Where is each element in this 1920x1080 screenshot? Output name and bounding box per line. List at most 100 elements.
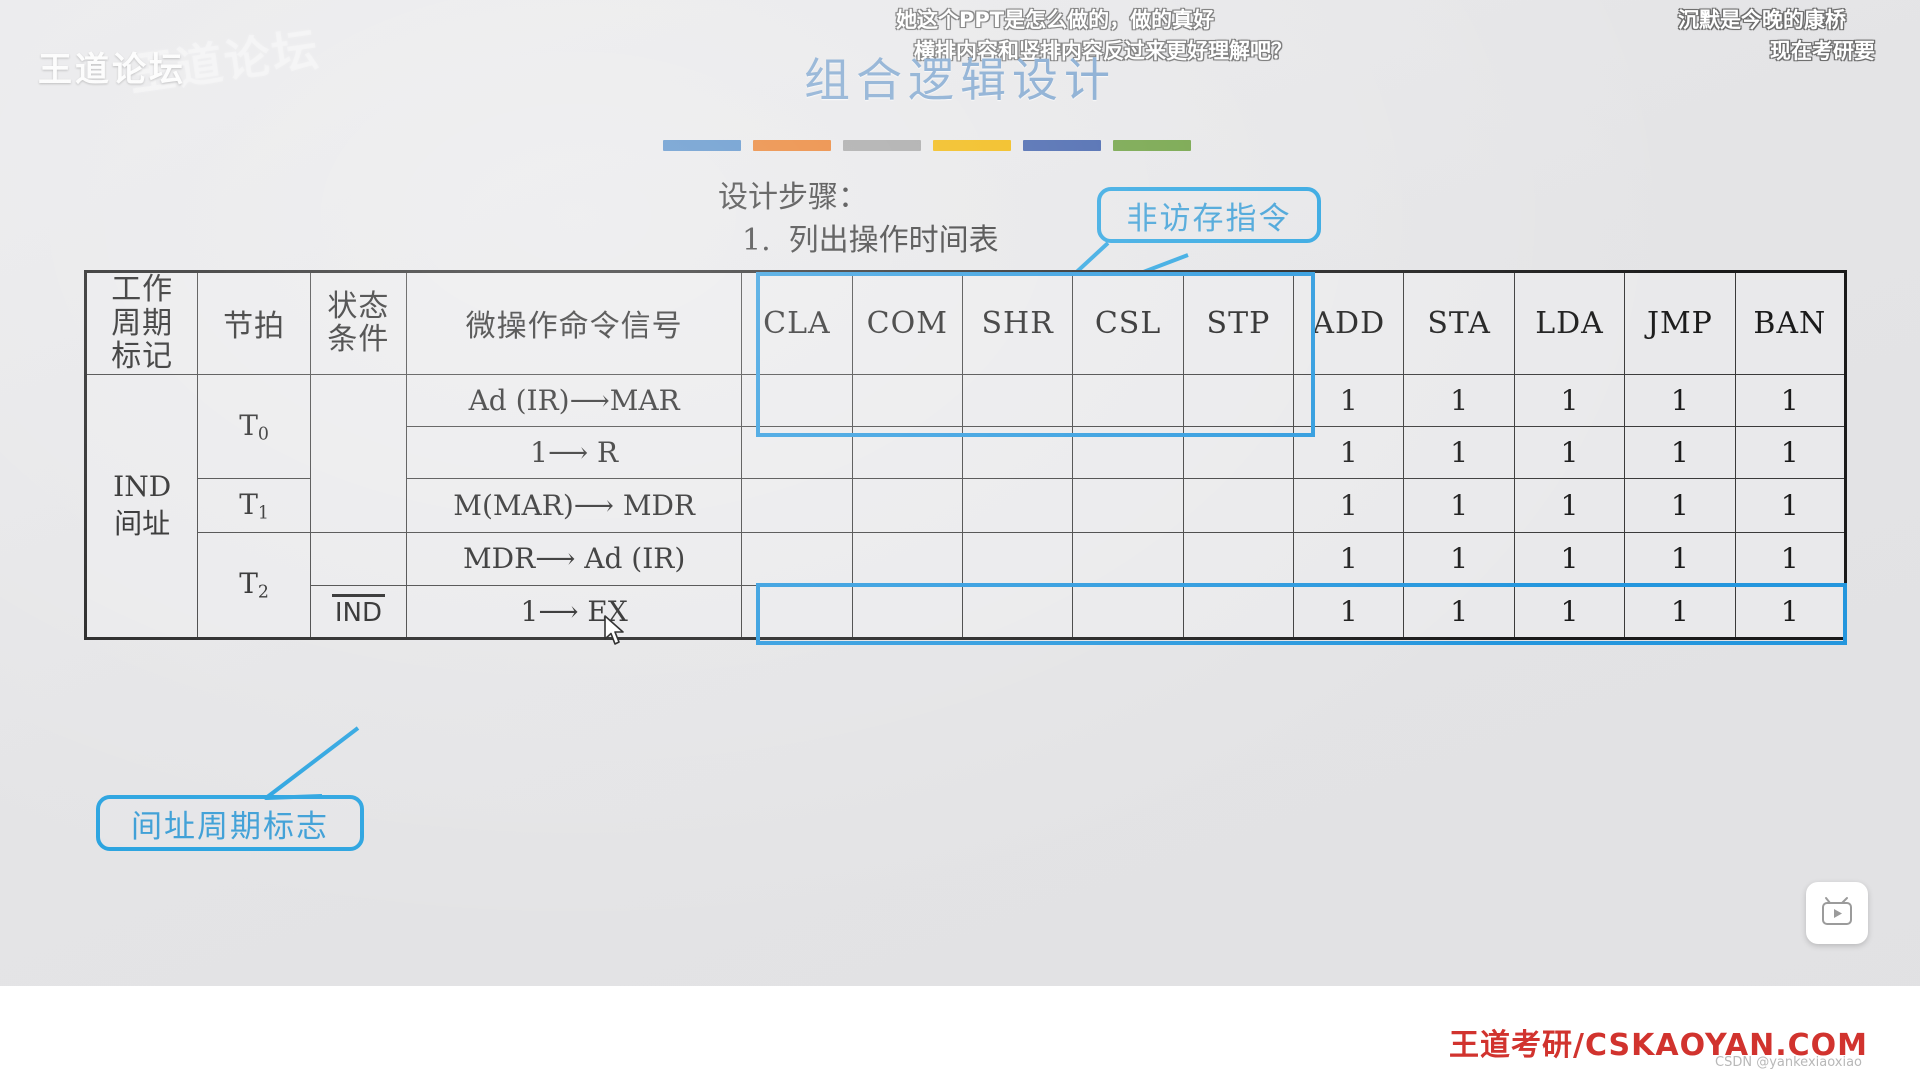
play-badge-icon [1822, 897, 1852, 925]
cell-csl [1072, 477, 1184, 533]
cell-lda: 1 [1513, 425, 1626, 479]
header-work-cycle-mark: 工作 周期 标记 [84, 271, 199, 375]
cell-state-condition-empty [309, 373, 408, 533]
header-line: 条件 [327, 322, 390, 358]
beat-letter: T [239, 567, 258, 601]
cell-com [851, 584, 963, 639]
table-header-row: 工作 周期 标记 节拍 状态 条件 微操作命令信号 CLA COM SHR CS… [84, 271, 1847, 375]
cycle-label-line: 间址 [114, 506, 171, 540]
cell-micro-operation: 1⟶ R [406, 425, 743, 479]
color-bar [1113, 140, 1191, 151]
cell-ban: 1 [1734, 425, 1847, 479]
cell-com [851, 477, 963, 533]
header-instruction-add: ADD [1293, 271, 1405, 375]
cell-lda: 1 [1513, 477, 1626, 533]
cell-cla [741, 584, 853, 639]
header-beat: 节拍 [197, 271, 311, 375]
cell-csl [1072, 584, 1184, 639]
cell-lda: 1 [1513, 373, 1626, 427]
header-line: 标记 [111, 339, 174, 375]
header-instruction-cla: CLA [741, 271, 853, 375]
color-bar [1023, 140, 1101, 151]
beat-letter: T [239, 408, 258, 442]
cell-com [851, 531, 963, 586]
header-state-condition: 状态 条件 [309, 271, 408, 375]
cell-shr [961, 477, 1074, 533]
color-bar-strip [663, 140, 1191, 151]
cell-lda: 1 [1513, 531, 1626, 586]
danmaku-comment: 她这个PPT是怎么做的，做的真好 [896, 8, 1215, 32]
cell-jmp: 1 [1624, 584, 1736, 639]
operation-time-table: 工作 周期 标记 节拍 状态 条件 微操作命令信号 CLA COM SHR CS… [84, 270, 1847, 640]
header-instruction-lda: LDA [1513, 271, 1626, 375]
header-instruction-ban: BAN [1734, 271, 1847, 375]
header-line: 状态 [327, 288, 390, 324]
table-row: IND 1⟶ EX 1 1 1 1 1 [86, 584, 1847, 639]
cell-state-condition-empty [309, 531, 408, 586]
cell-jmp: 1 [1624, 477, 1736, 533]
header-line: 工作 [111, 272, 174, 307]
cell-stp [1182, 477, 1295, 533]
header-line: 周期 [111, 305, 174, 341]
cell-csl [1072, 425, 1184, 479]
cell-lda: 1 [1513, 584, 1626, 639]
cell-ban: 1 [1734, 477, 1847, 533]
cell-jmp: 1 [1624, 373, 1736, 427]
overlined-ind-label: IND [331, 593, 385, 628]
step-number: 1. [742, 222, 771, 258]
cell-work-cycle-ind: IND 间址 [84, 373, 199, 639]
danmaku-comment: 沉默是今晚的康桥 [1678, 8, 1846, 32]
cell-cla [741, 531, 853, 586]
cell-beat-t0: T0 [197, 373, 311, 479]
color-bar [843, 140, 921, 151]
cell-beat-t2: T2 [197, 531, 311, 639]
cell-sta: 1 [1403, 531, 1515, 586]
mouse-cursor-icon [604, 615, 624, 645]
cell-stp [1182, 531, 1295, 586]
cell-com [851, 373, 963, 427]
cell-sta: 1 [1403, 425, 1515, 479]
header-instruction-com: COM [851, 271, 963, 375]
floating-play-widget[interactable] [1806, 882, 1868, 944]
color-bar [663, 140, 741, 151]
cell-ban: 1 [1734, 531, 1847, 586]
design-steps-block: 设计步骤： 1. 列出操作时间表 [718, 177, 999, 262]
cell-ban: 1 [1734, 373, 1847, 427]
cell-micro-operation: Ad (IR)⟶MAR [406, 373, 743, 427]
callout-non-memory-instructions: 非访存指令 [1097, 187, 1321, 243]
slide-title: 组合逻辑设计 [804, 53, 1116, 107]
cell-shr [961, 373, 1074, 427]
table-row: T2 MDR⟶ Ad (IR) 1 1 1 1 1 [86, 531, 1847, 639]
beat-index: 2 [257, 582, 269, 603]
cell-add: 1 [1293, 477, 1405, 533]
cell-ban: 1 [1734, 584, 1847, 639]
color-bar [933, 140, 1011, 151]
cell-cla [741, 373, 853, 427]
csdn-credit: CSDN @yankexiaoxiao [1715, 1055, 1862, 1070]
cell-micro-operation: M(MAR)⟶ MDR [406, 477, 743, 533]
design-step-1: 1. 列出操作时间表 [718, 220, 999, 263]
color-bar [753, 140, 831, 151]
cell-micro-operation: 1⟶ EX [406, 584, 743, 639]
cell-shr [961, 584, 1074, 639]
header-micro-operation-signal: 微操作命令信号 [406, 271, 743, 375]
cell-sta: 1 [1403, 477, 1515, 533]
callout-label: 间址周期标志 [131, 808, 329, 845]
header-instruction-jmp: JMP [1624, 271, 1736, 375]
beat-index: 1 [257, 502, 269, 523]
beat-index: 0 [257, 423, 269, 444]
cell-sta: 1 [1403, 373, 1515, 427]
cell-jmp: 1 [1624, 531, 1736, 586]
cycle-label-line: IND [113, 470, 172, 504]
cell-add: 1 [1293, 425, 1405, 479]
design-steps-heading: 设计步骤： [718, 180, 868, 215]
callout-indirect-cycle-flag: 间址周期标志 [96, 795, 364, 851]
cell-beat-t1: T1 [197, 477, 311, 533]
cell-add: 1 [1293, 373, 1405, 427]
header-instruction-shr: SHR [961, 271, 1074, 375]
cell-com [851, 425, 963, 479]
presentation-slide: 王道论坛 王道论坛 她这个PPT是怎么做的，做的真好 横排内容和竖排内容反过来更… [0, 0, 1920, 1080]
cell-sta: 1 [1403, 584, 1515, 639]
beat-letter: T [239, 487, 258, 521]
cell-stp [1182, 584, 1295, 639]
